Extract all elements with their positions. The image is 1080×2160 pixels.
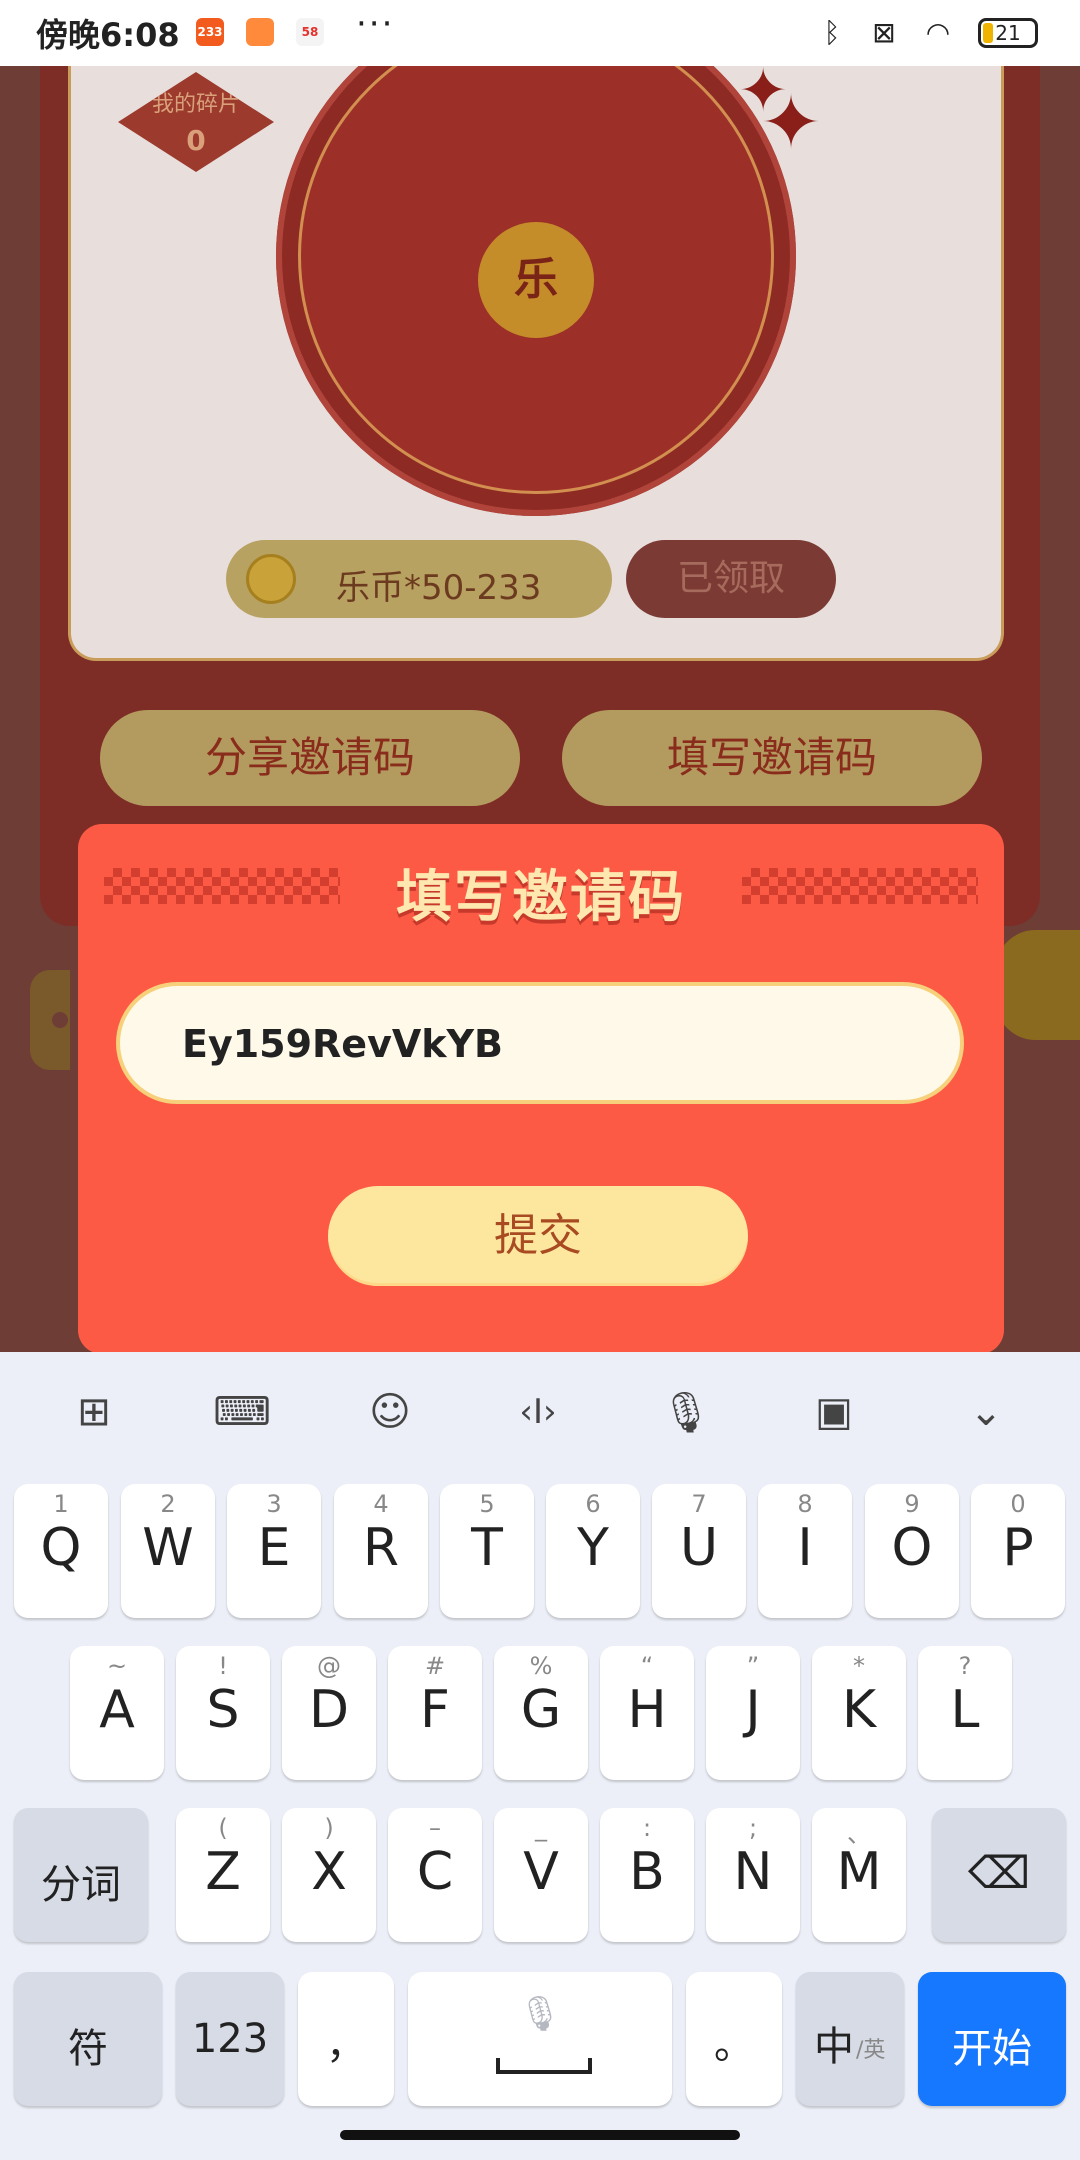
battery-icon: 21 — [978, 18, 1038, 48]
invite-code-input[interactable] — [180, 1010, 904, 1078]
key-v[interactable]: _ V — [494, 1808, 588, 1942]
key-i[interactable]: 8I — [758, 1484, 852, 1618]
more-notifications-icon: ··· — [356, 4, 395, 44]
coin-reward-text: 乐币*50-233 — [336, 568, 542, 608]
segment-word-key[interactable]: 分词 — [14, 1808, 148, 1942]
coin-reward-pill: 乐币*50-233 — [226, 540, 612, 618]
key-g[interactable]: % G — [494, 1646, 588, 1780]
key-d[interactable]: @ D — [282, 1646, 376, 1780]
ad-box-icon[interactable]: ▣ — [794, 1382, 874, 1442]
key-k[interactable]: * K — [812, 1646, 906, 1780]
key-z[interactable]: (Z — [176, 1808, 270, 1942]
dialog-title: 填写邀请码 — [396, 865, 686, 930]
key-y[interactable]: 6Y — [546, 1484, 640, 1618]
soft-keyboard: ⊞ ⌨ ☺ ‹I› 🎙 ▣ ⌄ 1Q 2W 3E 4R 5T 6Y 7U 8I … — [0, 1352, 1080, 2160]
233-app-icon: 233 — [196, 18, 224, 46]
key-u[interactable]: 7U — [652, 1484, 746, 1618]
bluetooth-icon: ᛒ — [823, 15, 841, 49]
key-l[interactable]: ? L — [918, 1646, 1012, 1780]
key-a[interactable]: ~ A — [70, 1646, 164, 1780]
cursor-icon[interactable]: ‹I› — [498, 1382, 578, 1442]
key-b[interactable]: :B — [600, 1808, 694, 1942]
keyboard-icon[interactable]: ⌨ — [202, 1382, 282, 1442]
wifi-icon: ◠ — [925, 15, 951, 49]
58-app-icon: 58 — [296, 18, 324, 46]
key-j[interactable]: ” J — [706, 1646, 800, 1780]
sparkle-icon: ✦ — [760, 80, 823, 166]
emoji-icon[interactable]: ☺ — [350, 1382, 430, 1442]
enter-start-key[interactable]: 开始 — [918, 1972, 1066, 2106]
invite-code-dialog: 填写邀请码 提交 — [78, 824, 1004, 1354]
apps-grid-icon[interactable]: ⊞ — [54, 1382, 134, 1442]
sim-off-icon: ⊠ — [872, 15, 896, 49]
language-switch-key[interactable]: 中 /英 — [796, 1972, 904, 2106]
key-c[interactable]: – C — [388, 1808, 482, 1942]
key-r[interactable]: 4R — [334, 1484, 428, 1618]
collapse-chevron-icon[interactable]: ⌄ — [946, 1382, 1026, 1442]
share-invite-code-button[interactable]: 分享邀请码 — [100, 710, 520, 806]
key-t[interactable]: 5T — [440, 1484, 534, 1618]
coin-stack-icon — [246, 554, 296, 604]
voice-input-icon: 🎙 — [518, 1994, 562, 2034]
keyboard-toolbar: ⊞ ⌨ ☺ ‹I› 🎙 ▣ ⌄ — [0, 1352, 1080, 1472]
fill-invite-code-button[interactable]: 填写邀请码 — [562, 710, 982, 806]
status-time: 傍晚6:08 — [36, 16, 180, 54]
submit-button[interactable]: 提交 — [328, 1186, 748, 1286]
key-m[interactable]: 、 M — [812, 1808, 906, 1942]
backspace-key[interactable]: ⌫ — [932, 1808, 1066, 1942]
key-h[interactable]: “H — [600, 1646, 694, 1780]
key-q[interactable]: 1Q — [14, 1484, 108, 1618]
key-p[interactable]: 0P — [971, 1484, 1065, 1618]
battery-level — [983, 23, 993, 43]
backspace-icon: ⌫ — [967, 1848, 1031, 1899]
wheel-center-button[interactable]: 乐 — [472, 216, 600, 344]
key-f[interactable]: # F — [388, 1646, 482, 1780]
home-indicator[interactable] — [340, 2130, 740, 2140]
prize-wheel: 乐 — [276, 66, 796, 516]
claimed-button[interactable]: 已领取 — [626, 540, 836, 618]
comma-key[interactable]: ， — [298, 1972, 394, 2106]
invite-code-input-box[interactable] — [116, 982, 964, 1104]
key-n[interactable]: ; N — [706, 1808, 800, 1942]
microphone-icon[interactable]: 🎙 — [646, 1382, 726, 1442]
key-s[interactable]: ! S — [176, 1646, 270, 1780]
numbers-key[interactable]: 123 — [176, 1972, 284, 2106]
shopping-bag-icon — [246, 18, 274, 46]
key-x[interactable]: ) X — [282, 1808, 376, 1942]
symbols-key[interactable]: 符 — [14, 1972, 162, 2106]
key-w[interactable]: 2W — [121, 1484, 215, 1618]
space-bar-icon — [496, 2058, 592, 2074]
battery-percent: 21 — [995, 21, 1021, 45]
key-o[interactable]: 9O — [865, 1484, 959, 1618]
period-key[interactable]: 。 — [686, 1972, 782, 2106]
key-e[interactable]: 3E — [227, 1484, 321, 1618]
status-bar: 傍晚6:08 233 58 ··· ᛒ ⊠ ◠ 21 — [0, 0, 1080, 66]
side-tab[interactable] — [30, 970, 70, 1070]
space-key[interactable]: 🎙 — [408, 1972, 672, 2106]
